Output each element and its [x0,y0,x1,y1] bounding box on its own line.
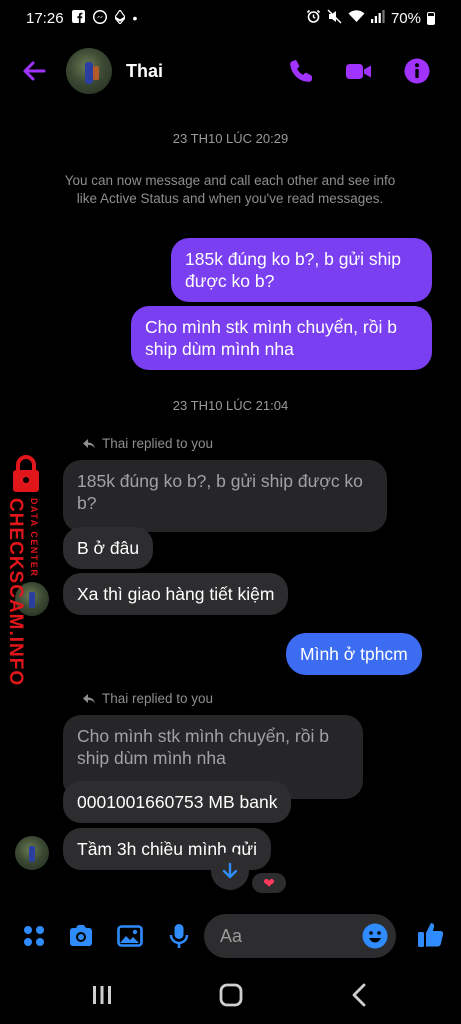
reply-indicator: Thai replied to you [82,436,213,451]
chat-timestamp: 23 TH10 LÚC 20:29 [172,131,289,146]
system-message: You can now message and call each other … [64,173,396,206]
microphone-icon[interactable] [165,922,193,950]
battery-level: 70% [390,9,421,27]
video-camera-icon[interactable] [344,57,372,85]
contact-avatar[interactable] [66,48,112,94]
battery-icon [427,11,435,25]
status-time: 17:26 [26,9,64,27]
wifi-icon [348,9,365,27]
contact-name[interactable]: Thai [126,61,163,82]
notification-dot-icon: • [132,10,138,26]
alarm-icon [306,9,321,28]
chat-timestamp: 23 TH10 LÚC 21:04 [172,398,289,413]
watermark: CHECKSCAM.INFO DATA CENTER [0,452,50,686]
incoming-message[interactable]: B ở đâu [63,527,154,569]
reply-arrow-icon [83,693,95,704]
message-composer [0,906,461,966]
arrow-down-icon [222,862,238,879]
watermark-text: CHECKSCAM.INFO [5,498,26,687]
recents-icon[interactable] [87,982,117,1008]
scroll-to-bottom-button[interactable] [211,852,249,890]
back-arrow-icon[interactable] [20,57,48,85]
reply-label: Thai replied to you [102,691,214,706]
heart-reaction[interactable]: ❤ [250,871,288,895]
phone-icon[interactable] [288,57,316,85]
camera-icon[interactable] [67,922,95,950]
outgoing-message[interactable]: Cho mình stk mình chuyển, rồi b ship dùm… [131,306,432,370]
system-navigation-bar [0,966,461,1024]
heart-icon: ❤ [263,874,275,891]
gallery-icon[interactable] [116,922,144,950]
emoji-icon[interactable] [361,922,389,950]
conversation-header: Thai [0,36,461,106]
back-icon[interactable] [345,982,375,1008]
reply-label: Thai replied to you [102,436,214,451]
apps-grid-icon[interactable] [20,922,48,950]
signal-icon [370,9,385,27]
incoming-message[interactable]: 0001001660753 MB bank [63,781,292,823]
contact-avatar-small [15,836,49,870]
home-icon[interactable] [216,982,246,1008]
mute-icon [327,8,342,28]
outgoing-message[interactable]: 185k đúng ko b?, b gửi ship được ko b? [171,238,432,302]
status-bar: 17:26 • 70% [0,0,461,36]
reply-arrow-icon [83,438,95,449]
watermark-subtext: DATA CENTER [29,498,39,578]
facebook-icon [71,10,85,26]
outgoing-message[interactable]: Mình ở tphcm [286,633,422,675]
ethereum-icon [113,8,126,27]
lock-icon [13,455,39,492]
reply-indicator: Thai replied to you [82,691,213,706]
thumbs-up-icon[interactable] [416,920,446,950]
quoted-message[interactable]: 185k đúng ko b?, b gửi ship được ko b? [63,460,387,532]
incoming-message[interactable]: Xa thì giao hàng tiết kiệm [63,573,289,615]
info-icon[interactable] [403,57,431,85]
messenger-status-icon [92,9,107,27]
